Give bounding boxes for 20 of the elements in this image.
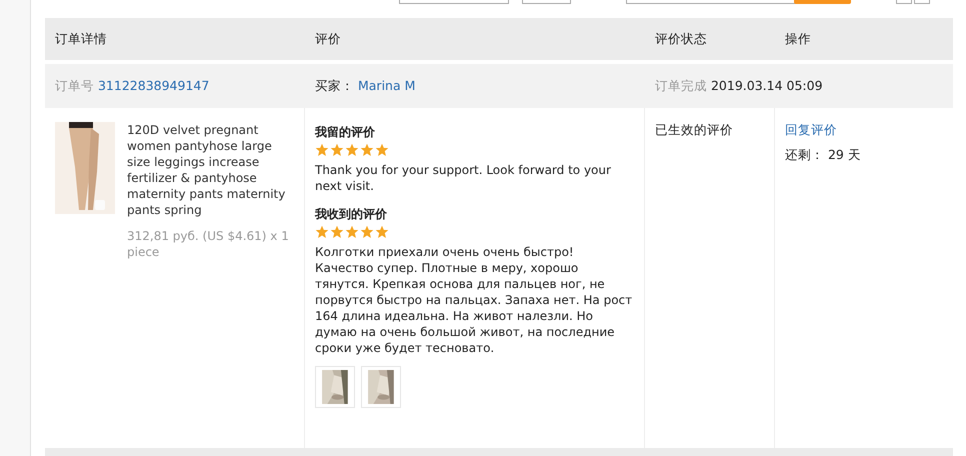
remaining-days: 29 天	[828, 147, 861, 162]
order-number-label: 订单号	[55, 78, 94, 92]
product-title[interactable]: 120D velvet pregnant women pantyhose large size leggings increase fertilizer & pantyhose maternity pants maternity pants spring	[127, 122, 294, 218]
review-text: Thank you for your support. Look forward to your next visit.	[315, 162, 612, 194]
remaining-label: 还剩：	[785, 147, 824, 162]
column-header: 操作	[784, 30, 811, 48]
column-header: 评价	[314, 30, 342, 48]
column-header: 评价状态	[654, 30, 708, 48]
review-heading: 我收到的评价	[315, 206, 388, 222]
review-heading: 我留的评价	[315, 124, 376, 140]
buyer-link[interactable]: Marina M	[358, 78, 416, 92]
review-status: 已生效的评价	[655, 122, 733, 137]
order-status-label: 订单完成	[655, 78, 707, 92]
review-text: Колготки приехали очень очень быстро! Качество супер. Плотные в меру, хорошо тянутся. Крепкая основа для пальцев ног, не порвутся быстро на пальцах. Запаха нет. На рост 164 длина идеальна. На живот налезли. Но думаю на очень большой живот, на последние сроки уже будет тесновато.	[315, 244, 634, 356]
product-price: 312,81 руб. (US $4.61) x 1 piece	[127, 228, 290, 260]
reply-review-link[interactable]: 回复评价	[785, 122, 837, 137]
completed-time: 2019.03.14 05:09	[710, 78, 823, 92]
column-header: 订单详情	[54, 30, 108, 48]
order-number-link[interactable]: 31122838949147	[98, 78, 210, 92]
buyer-label: 买家：	[315, 78, 354, 92]
